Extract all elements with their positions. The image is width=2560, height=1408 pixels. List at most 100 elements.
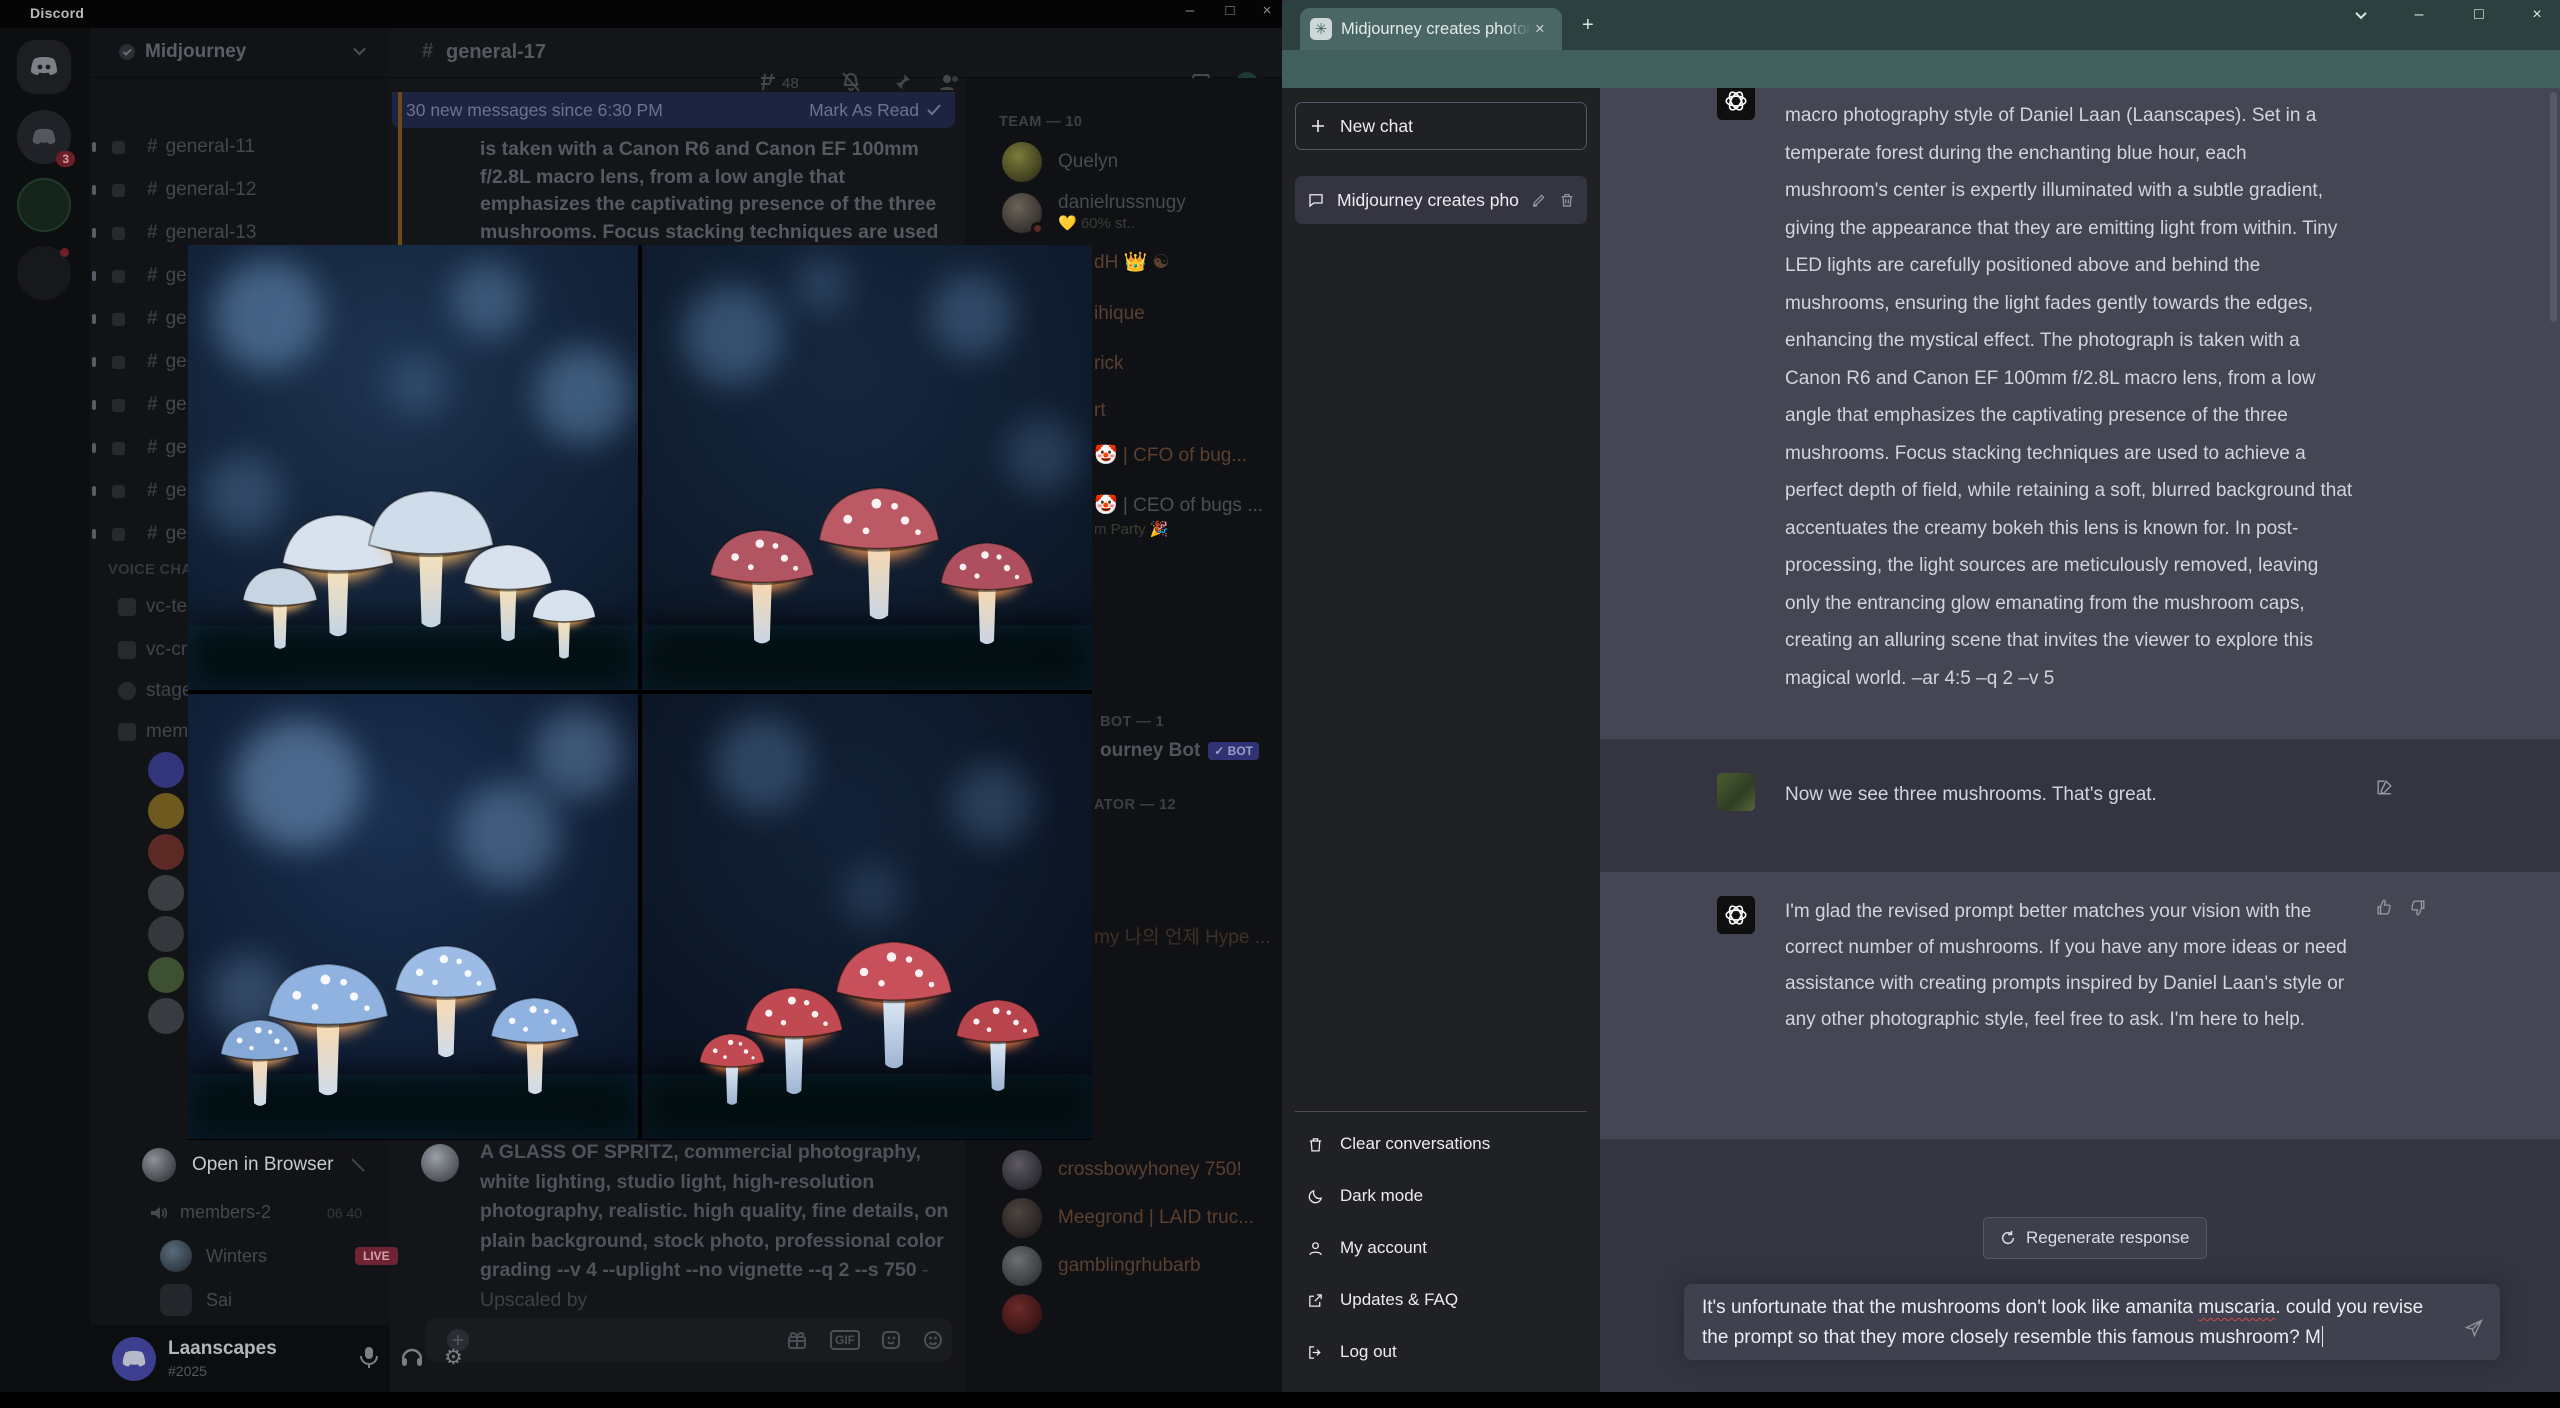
user-avatar[interactable] bbox=[112, 1337, 156, 1381]
new-chat-button[interactable]: New chat bbox=[1295, 102, 1587, 150]
voice-user-avatar[interactable] bbox=[148, 752, 184, 788]
voice-user-avatar[interactable] bbox=[148, 998, 184, 1034]
headphones-icon[interactable] bbox=[400, 1345, 424, 1369]
sticker-icon[interactable] bbox=[880, 1329, 902, 1351]
voice-channel-item[interactable]: stage bbox=[118, 674, 192, 708]
voice-user-avatar[interactable] bbox=[148, 957, 184, 993]
discord-close-button[interactable]: × bbox=[1252, 2, 1282, 19]
server-chevron-down-icon[interactable] bbox=[353, 42, 366, 56]
pin-icon[interactable] bbox=[892, 72, 912, 92]
dark-mode-item[interactable]: Dark mode bbox=[1295, 1170, 1587, 1222]
member-row[interactable]: crossbowyhoney 750! bbox=[1002, 1150, 1242, 1190]
member-name-fragment[interactable]: 🤡 | CFO of bug... bbox=[1094, 443, 1247, 467]
stage-icon bbox=[118, 682, 136, 700]
voice-user-row[interactable]: Winters LIVE bbox=[160, 1240, 398, 1272]
avatar bbox=[142, 1148, 176, 1182]
voice-status-channel[interactable]: members-2 06 40 bbox=[150, 1202, 362, 1223]
new-tab-button[interactable]: + bbox=[1582, 14, 1594, 37]
conversation-item[interactable]: Midjourney creates pho bbox=[1295, 176, 1587, 224]
desktop: Discord – □ × 3 Midjourney # general-11 … bbox=[0, 0, 2560, 1408]
server-icon[interactable] bbox=[17, 246, 71, 300]
chrome-minimize-button[interactable]: – bbox=[2402, 6, 2436, 24]
message-author-avatar[interactable] bbox=[421, 1144, 459, 1182]
tab-close-icon[interactable]: × bbox=[1535, 20, 1545, 39]
channel-item[interactable]: # general-12 bbox=[92, 171, 382, 209]
member-row[interactable]: gamblingrhubarb bbox=[1002, 1246, 1201, 1286]
gif-picker-icon[interactable]: GIF bbox=[830, 1330, 860, 1350]
misspelled-word: muscaria bbox=[2198, 1297, 2276, 1318]
user-avatar bbox=[1717, 773, 1755, 811]
gift-icon[interactable] bbox=[786, 1329, 808, 1351]
discord-user-panel: Laanscapes #2025 ⚙ bbox=[90, 1325, 463, 1392]
open-in-browser-row[interactable]: Open in Browser bbox=[142, 1148, 366, 1182]
chrome-search-tabs-icon[interactable] bbox=[2344, 6, 2378, 24]
unread-banner[interactable]: 30 new messages since 6:30 PM Mark As Re… bbox=[392, 92, 955, 128]
chrome-maximize-button[interactable]: □ bbox=[2462, 6, 2496, 24]
mushroom-image-top-right[interactable] bbox=[642, 245, 1092, 690]
notifications-muted-icon[interactable] bbox=[840, 72, 862, 92]
member-row[interactable]: Quelyn bbox=[1002, 142, 1118, 182]
voice-channel-item[interactable]: mem bbox=[118, 715, 188, 749]
member-name-fragment[interactable]: rick bbox=[1094, 353, 1124, 375]
server-header[interactable]: Midjourney bbox=[90, 28, 390, 78]
updates-faq-item[interactable]: Updates & FAQ bbox=[1295, 1274, 1587, 1326]
mushroom-image-bottom-left[interactable] bbox=[188, 694, 638, 1139]
send-icon[interactable] bbox=[2464, 1318, 2484, 1338]
voice-channel-item[interactable]: vc-te bbox=[118, 590, 187, 624]
chat-input[interactable]: It's unfortunate that the mushrooms don'… bbox=[1684, 1284, 2500, 1360]
clear-conversations-item[interactable]: Clear conversations bbox=[1295, 1118, 1587, 1170]
server-icon[interactable]: 3 bbox=[17, 110, 75, 167]
mic-icon[interactable] bbox=[358, 1345, 380, 1369]
member-name-fragment[interactable]: ihique bbox=[1094, 303, 1145, 325]
thumbs-down-icon[interactable] bbox=[2408, 898, 2427, 917]
discord-minimize-button[interactable]: – bbox=[1175, 2, 1205, 19]
voice-user-row[interactable]: Sai bbox=[160, 1284, 232, 1316]
member-list-icon[interactable] bbox=[938, 72, 962, 92]
server-verified-icon bbox=[119, 44, 135, 60]
chrome-close-button[interactable]: × bbox=[2520, 6, 2554, 24]
channel-item[interactable]: # general-11 bbox=[92, 128, 382, 166]
assistant-message-row: I'm glad the revised prompt better match… bbox=[1600, 872, 2560, 1140]
server-icon[interactable] bbox=[17, 178, 71, 232]
server-unread-dot bbox=[60, 248, 69, 257]
settings-gear-icon[interactable]: ⚙ bbox=[444, 1345, 463, 1370]
member-row-bot[interactable]: ourney Bot ✓ BOT bbox=[1100, 740, 1259, 762]
regenerate-response-button[interactable]: Regenerate response bbox=[1983, 1217, 2207, 1259]
voice-user-avatar[interactable] bbox=[148, 793, 184, 829]
voice-section-header[interactable]: VOICE CHA bbox=[108, 562, 192, 578]
edit-pencil-icon[interactable] bbox=[1531, 192, 1547, 208]
discord-home-icon[interactable] bbox=[17, 40, 71, 94]
person-icon bbox=[1309, 1241, 1322, 1255]
log-out-item[interactable]: Log out bbox=[1295, 1326, 1587, 1378]
member-row[interactable]: danielrussnugy 💛 60% st.. bbox=[1002, 192, 1186, 235]
voice-channel-item[interactable]: vc-cr bbox=[118, 633, 187, 667]
member-status: m Party 🎉 bbox=[1094, 521, 1169, 538]
plus-icon bbox=[1312, 120, 1324, 132]
member-name-fragment[interactable]: my 나의 언제 Hype ... bbox=[1094, 922, 1271, 949]
scrollbar-thumb[interactable] bbox=[2550, 92, 2557, 322]
emoji-icon[interactable] bbox=[922, 1329, 944, 1351]
edit-message-icon[interactable] bbox=[2375, 778, 2394, 797]
member-name-fragment[interactable]: rt bbox=[1094, 400, 1106, 422]
member-row[interactable] bbox=[1002, 1294, 1042, 1334]
thumbs-up-icon[interactable] bbox=[2375, 898, 2394, 917]
voice-user-avatar[interactable] bbox=[148, 834, 184, 870]
mushroom-image-top-left[interactable] bbox=[188, 245, 638, 690]
mark-as-read-button[interactable]: Mark As Read bbox=[809, 100, 919, 121]
voice-user-avatar[interactable] bbox=[148, 916, 184, 952]
voice-user-avatar[interactable] bbox=[148, 875, 184, 911]
threads-icon[interactable] bbox=[758, 72, 778, 92]
browser-tab[interactable]: ✳ Midjourney creates photorealisti × bbox=[1300, 8, 1562, 50]
member-row[interactable]: Meegrond | LAID truc... bbox=[1002, 1198, 1254, 1238]
member-name-fragment[interactable]: 🤡 | CEO of bugs ... bbox=[1094, 493, 1263, 517]
discord-message-input[interactable] bbox=[425, 1318, 952, 1362]
delete-trash-icon[interactable] bbox=[1559, 192, 1575, 208]
thread-count: 48 bbox=[782, 75, 799, 92]
member-name-fragment[interactable]: dH 👑 ☯ bbox=[1094, 250, 1170, 274]
text-caret bbox=[2321, 1326, 2324, 1347]
discord-window: Discord – □ × 3 Midjourney # general-11 … bbox=[0, 0, 1552, 1392]
mushroom-image-bottom-right[interactable] bbox=[642, 694, 1092, 1139]
midjourney-image-grid[interactable] bbox=[188, 245, 1092, 1140]
my-account-item[interactable]: My account bbox=[1295, 1222, 1587, 1274]
discord-maximize-button[interactable]: □ bbox=[1215, 2, 1245, 19]
